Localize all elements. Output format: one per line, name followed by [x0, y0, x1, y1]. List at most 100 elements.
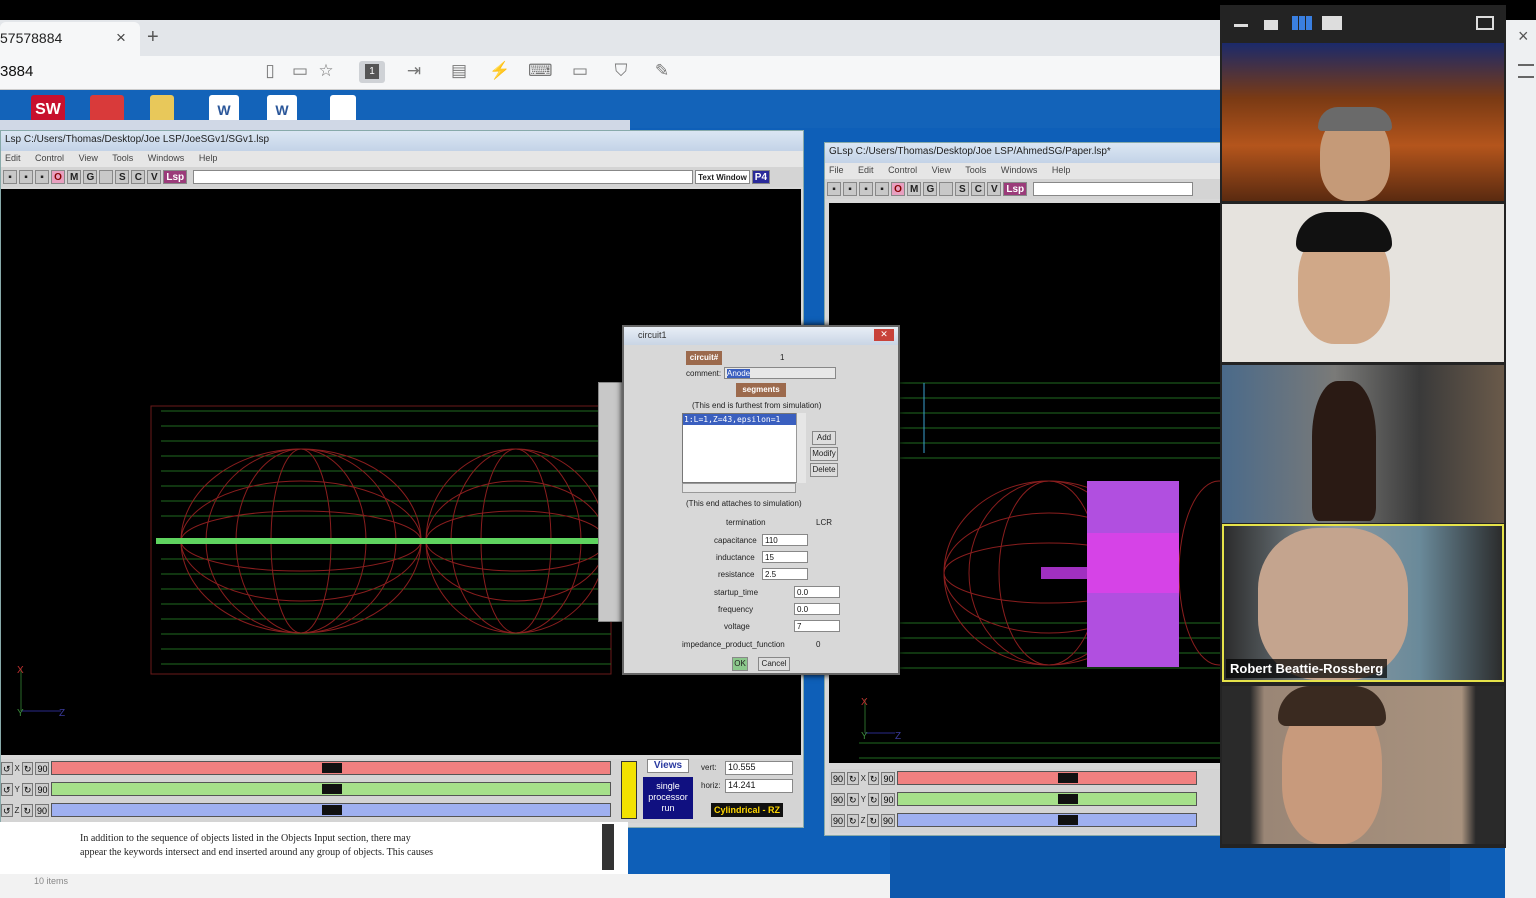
list-hscrollbar[interactable] — [682, 483, 796, 493]
rotate-icon[interactable]: ↻ — [867, 771, 880, 785]
menu-view[interactable]: View — [79, 153, 98, 163]
document-scrollbar[interactable] — [602, 824, 614, 870]
menu-control[interactable]: Control — [888, 165, 917, 175]
slider-y-value[interactable]: 90 — [881, 792, 896, 806]
slider-x-thumb[interactable] — [1058, 773, 1079, 783]
reader-icon[interactable]: ▯ — [258, 61, 282, 83]
menu-windows[interactable]: Windows — [1001, 165, 1038, 175]
tool-v[interactable]: V — [147, 170, 162, 184]
tab-close-icon[interactable]: × — [116, 28, 132, 48]
slider-x-thumb[interactable] — [322, 763, 343, 773]
tool-c[interactable]: C — [971, 182, 986, 196]
segments-list[interactable]: 1:L=1,Z=43,epsilon=1 — [682, 413, 806, 483]
command-field[interactable] — [1033, 182, 1194, 196]
rotate-icon[interactable]: ↻ — [867, 813, 879, 827]
comment-field[interactable]: Anode — [724, 367, 836, 379]
tool-blank[interactable] — [99, 170, 114, 184]
keyboard-icon[interactable]: ⌨ — [528, 61, 553, 83]
video-tile-4-active-speaker[interactable]: Robert Beattie-Rossberg — [1222, 524, 1504, 682]
rotate-icon[interactable]: ↻ — [847, 792, 859, 806]
video-tile-2[interactable] — [1222, 204, 1504, 362]
cancel-button[interactable]: Cancel — [758, 657, 790, 671]
impedance-value[interactable]: 0 — [816, 640, 820, 649]
tool-v[interactable]: V — [987, 182, 1002, 196]
tool-g[interactable]: G — [923, 182, 938, 196]
share-icon[interactable]: ⇥ — [402, 61, 426, 83]
rotate-icon[interactable]: ↻ — [847, 771, 859, 785]
voltage-field[interactable]: 7 — [794, 620, 840, 632]
capacitance-field[interactable]: 110 — [762, 534, 808, 546]
p4-button[interactable]: P4 — [751, 170, 771, 184]
termination-value[interactable]: LCR — [816, 518, 832, 527]
page-number-icon[interactable]: 1 — [359, 61, 385, 83]
monitor-icon[interactable]: ▭ — [568, 61, 592, 83]
run-mode-button[interactable]: single processor run — [643, 777, 693, 819]
modify-button[interactable]: Modify — [810, 447, 838, 461]
ok-button[interactable]: OK — [732, 657, 748, 671]
slider-y-thumb[interactable] — [322, 784, 343, 794]
slider-y-bar[interactable] — [51, 782, 612, 796]
dialog-close-icon[interactable]: ✕ — [874, 329, 894, 341]
print-icon-2[interactable]: ▪ — [875, 182, 889, 196]
rotate-icon[interactable]: ↻ — [21, 761, 34, 775]
rotate-left-icon[interactable]: ↺ — [1, 782, 13, 796]
menu-help[interactable]: Help — [199, 153, 218, 163]
resistance-field[interactable]: 2.5 — [762, 568, 808, 580]
menu-view[interactable]: View — [932, 165, 951, 175]
minimize-icon[interactable] — [1234, 24, 1248, 27]
horiz-field[interactable]: 14.241 — [725, 779, 793, 793]
tool-s[interactable]: S — [955, 182, 970, 196]
rotate-left-icon[interactable]: ↺ — [1, 761, 13, 775]
menu-tools[interactable]: Tools — [965, 165, 986, 175]
video-tile-5[interactable] — [1222, 686, 1504, 844]
add-button[interactable]: Add — [812, 431, 836, 445]
slider-x-left-value[interactable]: 90 — [831, 771, 846, 785]
segment-item[interactable]: 1:L=1,Z=43,epsilon=1 — [683, 414, 805, 425]
new-tab-icon[interactable]: + — [147, 26, 165, 48]
list-scrollbar[interactable] — [796, 413, 806, 483]
menu-edit[interactable]: Edit — [858, 165, 874, 175]
gallery-view-icon[interactable] — [1292, 16, 1312, 30]
menu-edit[interactable]: Edit — [5, 153, 21, 163]
tool-m[interactable]: M — [907, 182, 922, 196]
menu-file[interactable]: File — [829, 165, 844, 175]
rotate-icon[interactable]: ↻ — [21, 782, 34, 796]
lightning-icon[interactable]: ⚡ — [488, 61, 512, 83]
command-field[interactable] — [193, 170, 694, 184]
slider-z-value[interactable]: 90 — [34, 803, 49, 817]
delete-button[interactable]: Delete — [810, 463, 838, 477]
slider-x-value[interactable]: 90 — [35, 761, 50, 775]
slider-z-thumb[interactable] — [1058, 815, 1079, 825]
tool-g[interactable]: G — [83, 170, 98, 184]
inductance-field[interactable]: 15 — [762, 551, 808, 563]
slider-z-left-value[interactable]: 90 — [831, 813, 846, 827]
tool-lsp[interactable]: Lsp — [163, 170, 188, 184]
tool-o[interactable]: O — [51, 170, 65, 184]
slider-y-thumb[interactable] — [1058, 794, 1079, 804]
slider-y-value[interactable]: 90 — [35, 782, 50, 796]
menu-tools[interactable]: Tools — [112, 153, 133, 163]
tool-c[interactable]: C — [131, 170, 146, 184]
comment-icon[interactable]: ▤ — [447, 61, 471, 83]
frequency-field[interactable]: 0.0 — [794, 603, 840, 615]
slider-y-bar[interactable] — [897, 792, 1198, 806]
tool-s[interactable]: S — [115, 170, 130, 184]
tool-lsp[interactable]: Lsp — [1003, 182, 1028, 196]
slider-z-thumb[interactable] — [322, 805, 342, 815]
slider-x-bar[interactable] — [897, 771, 1198, 785]
slider-x-value[interactable]: 90 — [881, 771, 896, 785]
favorites-icon[interactable]: ▭ — [288, 61, 312, 83]
save-icon[interactable]: ▪ — [827, 182, 841, 196]
close-window-icon[interactable]: × — [1518, 26, 1529, 47]
rotate-icon[interactable]: ↻ — [21, 803, 33, 817]
menu-control[interactable]: Control — [35, 153, 64, 163]
views-button[interactable]: Views — [647, 759, 689, 773]
open-icon[interactable]: ▪ — [19, 170, 33, 184]
open-icon[interactable]: ▪ — [843, 182, 857, 196]
slider-z-value[interactable]: 90 — [881, 813, 896, 827]
video-tile-3[interactable] — [1222, 365, 1504, 523]
shield-icon[interactable]: ⛉ — [609, 61, 633, 83]
slider-y-left-value[interactable]: 90 — [831, 792, 846, 806]
expand-icon[interactable] — [1476, 16, 1494, 30]
pen-icon[interactable]: ✎ — [650, 61, 674, 83]
